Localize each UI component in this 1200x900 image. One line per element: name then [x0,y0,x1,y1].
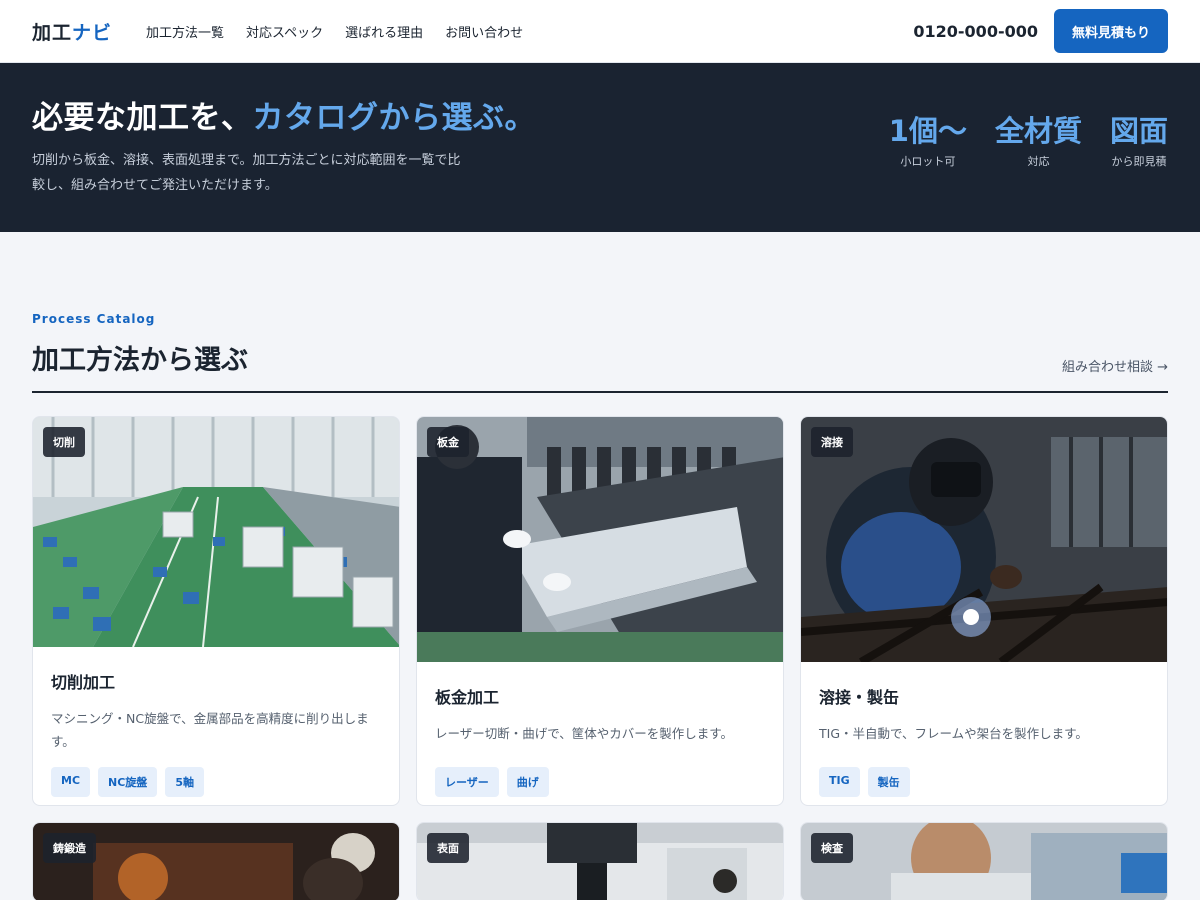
section-title: 加工方法から選ぶ [32,345,248,376]
site-header: 加工ナビ 加工方法一覧 対応スペック 選ばれる理由 お問い合わせ 0120-00… [0,0,1200,63]
process-card-inspection[interactable]: 検査 [800,822,1168,900]
hero-title-main: 必要な加工を、 [32,100,253,136]
logo-accent: ナビ [72,21,113,44]
nav-item-specs[interactable]: 対応スペック [246,22,323,41]
chip-tig: TIG [819,767,860,797]
section-header: 加工方法から選ぶ 組み合わせ相談 → [32,338,1168,393]
stat-value: 1個〜 [888,114,967,148]
process-card-grid: 切削 切削加工 マシニング・NC旋盤で、金属部品を高精度に削り出します。 MC … [32,416,1168,806]
chip-fabrication: 製缶 [867,767,910,797]
process-card-cutting[interactable]: 切削 切削加工 マシニング・NC旋盤で、金属部品を高精度に削り出します。 MC … [32,416,400,806]
hero-title: 必要な加工を、カタログから選ぶ。 [32,99,536,138]
free-quote-button[interactable]: 無料見積もり [1053,9,1168,53]
process-card-sheet-metal[interactable]: 板金 板金加工 レーザー切断・曲げで、筐体やカバーを製作します。 レーザー 曲げ [416,416,784,806]
hero: 必要な加工を、カタログから選ぶ。 切削から板金、溶接、表面処理まで。加工方法ごと… [0,63,1200,232]
stat-label: から即見積 [1111,155,1167,168]
card-tag: 鋳鍛造 [43,833,96,863]
section-eyebrow: Process Catalog [32,312,156,326]
process-card-welding[interactable]: 溶接 溶接・製缶 TIG・半自動で、フレームや架台を製作します。 TIG 製缶 [800,416,1168,806]
inspection-worker-photo: 検査 [801,823,1167,900]
chip-mc: MC [51,767,91,797]
hero-text: 必要な加工を、カタログから選ぶ。 切削から板金、溶接、表面処理まで。加工方法ごと… [32,99,536,232]
stat-label: 対応 [1027,155,1050,168]
card-chips: レーザー 曲げ [435,767,765,797]
chip-nc-lathe: NC旋盤 [98,767,158,797]
card-description: レーザー切断・曲げで、筐体やカバーを製作します。 [435,726,734,741]
card-body: 板金加工 レーザー切断・曲げで、筐体やカバーを製作します。 レーザー 曲げ [417,662,783,805]
stat-small-lot: 1個〜 小ロット可 [889,113,967,169]
cutting-factory-photo: 切削 [33,417,399,647]
chip-bending: 曲げ [506,767,549,797]
card-tag: 検査 [811,833,853,863]
phone-number[interactable]: 0120-000-000 [913,22,1038,41]
process-card-surface[interactable]: 表面 [416,822,784,900]
hero-stats: 1個〜 小ロット可 全材質 対応 図面 から即見積 [889,113,1168,169]
card-tag: 切削 [43,427,85,457]
card-tag: 溶接 [811,427,853,457]
card-description: TIG・半自動で、フレームや架台を製作します。 [819,726,1088,741]
logo[interactable]: 加工ナビ [32,18,112,45]
card-description: マシニング・NC旋盤で、金属部品を高精度に削り出します。 [51,711,369,749]
stat-value: 全材質 [994,114,1082,148]
chip-5-axis: 5軸 [165,767,204,797]
stat-drawing-quote: 図面 から即見積 [1110,113,1168,169]
card-title: 溶接・製缶 [819,688,900,707]
stat-value: 図面 [1109,114,1168,148]
card-chips: TIG 製缶 [819,767,1149,797]
card-body: 切削加工 マシニング・NC旋盤で、金属部品を高精度に削り出します。 MC NC旋… [33,647,399,805]
card-title: 板金加工 [435,688,500,707]
sheet-metal-press-photo: 板金 [417,417,783,662]
card-chips: MC NC旋盤 5軸 [51,767,381,797]
card-title: 切削加工 [51,673,116,692]
process-catalog-section: Process Catalog 加工方法から選ぶ 組み合わせ相談 → 切削 切削… [0,232,1200,900]
stat-all-materials: 全材質 対応 [995,113,1082,169]
logo-main: 加工 [32,21,73,44]
chip-laser: レーザー [435,767,499,797]
nav-item-contact[interactable]: お問い合わせ [445,22,523,41]
process-card-grid-row2: 鋳鍛造 表面 検査 [32,822,1168,900]
header-right: 0120-000-000 無料見積もり [913,9,1168,53]
process-card-casting-forging[interactable]: 鋳鍛造 [32,822,400,900]
hero-title-accent: カタログから選ぶ。 [252,100,536,136]
card-tag: 板金 [427,427,469,457]
nav-item-reasons[interactable]: 選ばれる理由 [345,22,423,41]
card-body: 溶接・製缶 TIG・半自動で、フレームや架台を製作します。 TIG 製缶 [801,662,1167,805]
card-tag: 表面 [427,833,469,863]
stat-label: 小ロット可 [900,155,956,168]
nav-item-process-list[interactable]: 加工方法一覧 [146,22,224,41]
combination-consult-link[interactable]: 組み合わせ相談 → [1062,356,1168,375]
surface-treatment-photo: 表面 [417,823,783,900]
welding-worker-photo: 溶接 [801,417,1167,662]
hero-lead: 切削から板金、溶接、表面処理まで。加工方法ごとに対応範囲を一覧で比較し、組み合わ… [32,152,461,193]
casting-forging-photo: 鋳鍛造 [33,823,399,900]
main-nav: 加工方法一覧 対応スペック 選ばれる理由 お問い合わせ [146,22,523,41]
